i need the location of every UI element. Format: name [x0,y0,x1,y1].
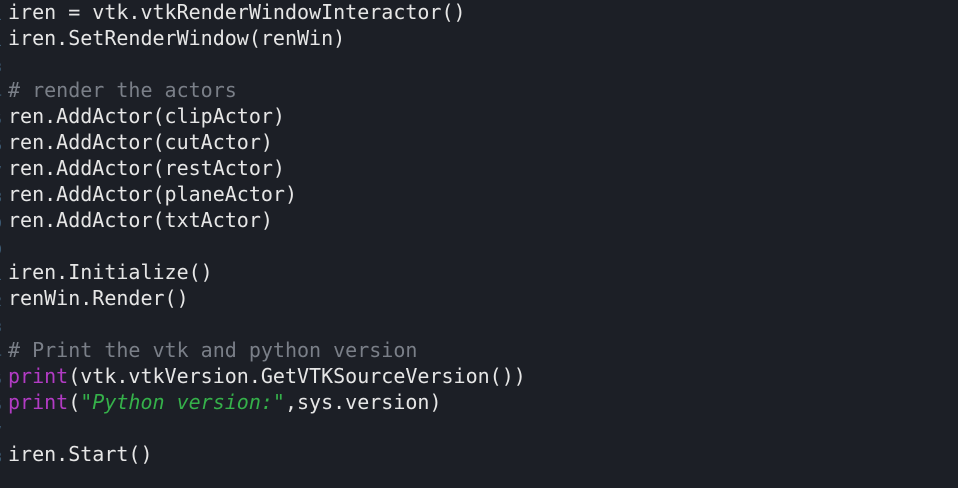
code-text: ren.AddActor(txtActor) [8,207,273,233]
code-text: ren.AddActor(restActor) [8,155,285,181]
code-line[interactable]: 1iren = vtk.vtkRenderWindowInteractor() [0,0,958,25]
code-line[interactable]: 6ren.AddActor(cutActor) [0,129,958,155]
code-token-builtin: print [8,390,69,414]
code-text: ren.AddActor(clipActor) [8,103,285,129]
code-text: iren.Start() [8,441,153,467]
code-text: iren = vtk.vtkRenderWindowInteractor() [8,0,466,25]
code-token-default: ,sys.version) [284,390,442,414]
code-token-default: ren.AddActor(restActor) [8,156,285,180]
code-token-default: iren.Initialize() [8,260,213,284]
code-text: ren.AddActor(planeActor) [8,181,297,207]
code-line[interactable]: 8iren.Start() [0,441,958,467]
code-token-default: (vtk.vtkVersion.GetVTKSourceVersion()) [68,364,526,388]
code-token-string: "Python version:" [80,390,285,414]
code-line[interactable]: 8ren.AddActor(planeActor) [0,181,958,207]
code-text: # Print the vtk and python version [8,337,417,363]
code-line[interactable]: 4# render the actors [0,77,958,103]
code-line[interactable]: 1iren.SetRenderWindow(renWin) [0,25,958,51]
code-editor[interactable]: 1iren = vtk.vtkRenderWindowInteractor()1… [0,0,958,488]
code-token-builtin: print [8,364,69,388]
code-token-default: iren.Start() [8,442,153,466]
code-text: iren.SetRenderWindow(renWin) [8,25,345,51]
code-text: renWin.Render() [8,285,189,311]
code-token-default: ( [68,390,81,414]
code-line[interactable]: 4# Print the vtk and python version [0,337,958,363]
code-token-default: renWin.Render() [8,286,189,310]
code-line[interactable]: 5print("Python version:",sys.version) [0,389,958,415]
code-token-default: iren = vtk.vtkRenderWindowInteractor() [8,0,466,24]
code-line[interactable]: 1iren.Initialize() [0,259,958,285]
line-number: 8 [0,446,6,472]
code-line[interactable]: 7ren.AddActor(restActor) [0,155,958,181]
code-line[interactable]: 3 [0,51,958,77]
code-text: print(vtk.vtkVersion.GetVTKSourceVersion… [8,363,526,389]
code-token-default: ren.AddActor(txtActor) [8,208,273,232]
code-token-default: iren.SetRenderWindow(renWin) [8,26,346,50]
code-line[interactable]: 7 [0,415,958,441]
code-line[interactable]: 3 [0,311,958,337]
code-line[interactable]: 9ren.AddActor(txtActor) [0,207,958,233]
code-line[interactable]: 2renWin.Render() [0,285,958,311]
code-line[interactable]: 0 [0,233,958,259]
code-token-default: ren.AddActor(clipActor) [8,104,285,128]
code-token-comment: # render the actors [8,78,237,102]
code-line[interactable]: 5ren.AddActor(clipActor) [0,103,958,129]
code-text: print("Python version:",sys.version) [8,389,442,415]
code-token-default: ren.AddActor(cutActor) [8,130,273,154]
code-line[interactable]: 5print(vtk.vtkVersion.GetVTKSourceVersio… [0,363,958,389]
code-text: ren.AddActor(cutActor) [8,129,273,155]
code-token-comment: # Print the vtk and python version [8,338,418,362]
code-token-default: ren.AddActor(planeActor) [8,182,297,206]
code-text: iren.Initialize() [8,259,213,285]
code-text: # render the actors [8,77,237,103]
